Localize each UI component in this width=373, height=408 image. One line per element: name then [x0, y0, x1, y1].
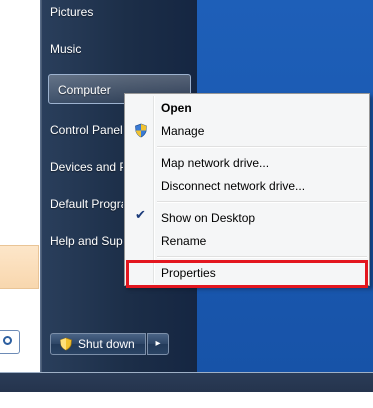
context-item-disconnect-network-drive[interactable]: Disconnect network drive...: [161, 175, 305, 197]
shield-icon: [60, 337, 72, 351]
start-item-help-and-support[interactable]: Help and Support: [50, 226, 123, 256]
search-box[interactable]: [0, 330, 20, 354]
shutdown-button[interactable]: Shut down: [50, 333, 146, 355]
start-item-music[interactable]: Music: [50, 34, 81, 64]
start-item-control-panel[interactable]: Control Panel: [50, 115, 123, 145]
context-menu: Open Manage Map network drive... Disconn…: [124, 93, 370, 286]
start-menu-programs-pane: [0, 0, 40, 372]
context-separator: [157, 201, 367, 203]
context-item-show-on-desktop[interactable]: Show on Desktop: [161, 207, 255, 229]
context-item-open[interactable]: Open: [161, 97, 192, 119]
arrow-right-icon: ▸: [155, 338, 161, 349]
properties-highlight-box: [126, 260, 368, 288]
start-item-default-programs[interactable]: Default Programs: [50, 189, 123, 219]
context-menu-gutter: [153, 96, 155, 283]
shutdown-label: Shut down: [78, 337, 135, 351]
context-item-manage[interactable]: Manage: [161, 120, 204, 142]
start-item-devices-and-printers[interactable]: Devices and Printers: [50, 152, 123, 182]
pinned-program-tile[interactable]: [0, 245, 39, 289]
shield-icon: [135, 123, 147, 138]
context-separator: [157, 146, 367, 148]
context-item-rename[interactable]: Rename: [161, 230, 206, 252]
context-item-map-network-drive[interactable]: Map network drive...: [161, 152, 269, 174]
context-separator: [157, 256, 367, 258]
screen: Pictures Music Computer Control Panel De…: [0, 0, 373, 408]
start-item-pictures[interactable]: Pictures: [50, 0, 93, 27]
checkmark-icon: ✔: [135, 207, 146, 222]
shutdown-options-button[interactable]: ▸: [147, 333, 169, 355]
search-icon: [3, 336, 12, 345]
page-margin: [0, 392, 373, 408]
